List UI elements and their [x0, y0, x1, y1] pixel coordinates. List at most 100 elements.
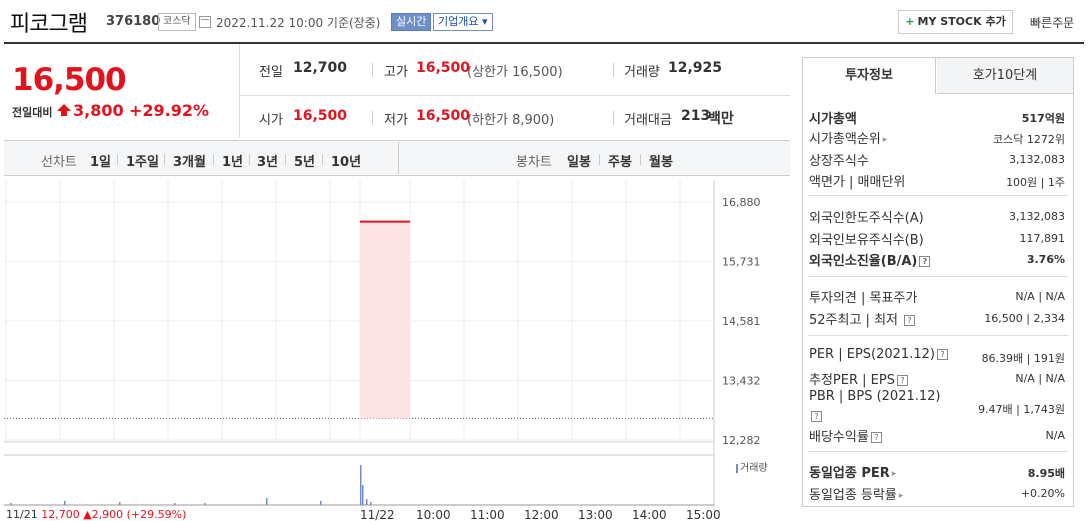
tab-investment-info[interactable]: 투자정보	[803, 58, 936, 94]
candle-chart-label: 봉차트	[516, 155, 552, 170]
footer-up-icon: ▲	[83, 508, 92, 521]
x-tick-label: 12:00	[524, 508, 559, 521]
y-tick-label: 12,282	[722, 434, 761, 447]
est-per-label: 추정PER | EPS?	[809, 369, 908, 388]
volume-bar	[204, 503, 206, 505]
volume-bar	[366, 499, 368, 505]
week52-label: 52주최고 | 최저?	[809, 309, 915, 328]
tab-monthly[interactable]: 월봉	[649, 151, 673, 170]
chart-grid	[4, 180, 715, 510]
per-text: PER | EPS(2021.12)	[809, 347, 935, 362]
divider	[372, 111, 373, 125]
divider	[398, 142, 399, 174]
volume-bar	[10, 503, 12, 505]
current-price: 16,500	[12, 62, 127, 98]
divider	[372, 63, 373, 77]
volume-bar	[174, 503, 176, 505]
opinion-value: N/A | N/A	[1015, 290, 1065, 303]
per-value: 86.39배 | 191원	[981, 352, 1065, 365]
tab-3month[interactable]: 3개월	[173, 151, 206, 170]
company-overview-dropdown[interactable]: 기업개요 ▾	[433, 13, 493, 31]
amount-value: 213	[681, 108, 711, 124]
volume-bar	[362, 485, 364, 505]
help-icon[interactable]: ?	[811, 411, 822, 422]
chevron-right-icon: ▸	[891, 468, 897, 479]
divider	[213, 154, 214, 165]
line-chart-label: 선차트	[41, 155, 77, 170]
change-value: 3,800	[73, 101, 124, 120]
sector-rate-text: 동일업종 등락률	[809, 488, 897, 503]
help-icon[interactable]: ?	[904, 315, 915, 326]
y-tick-label: 14,581	[722, 315, 761, 328]
summary-divider	[240, 95, 790, 96]
tab-daily[interactable]: 일봉	[567, 151, 591, 170]
x-tick-label: 10:00	[416, 508, 451, 521]
market-tag: 코스닥	[158, 13, 196, 31]
mystock-add-label: MY STOCK 추가	[917, 15, 1006, 28]
prev-label: 전일	[259, 65, 283, 80]
tab-3year[interactable]: 3년	[257, 151, 278, 170]
foreign-limit-value: 3,132,083	[1009, 210, 1065, 223]
y-axis-ticks: 16,880 15,731 14,581 13,432 12,282	[722, 196, 761, 447]
shares-value: 3,132,083	[1009, 153, 1065, 166]
sector-per-text: 동일업종 PER	[809, 466, 890, 481]
x-tick-label: 15:00	[686, 508, 721, 521]
quick-order-link[interactable]: 빠른주문	[1030, 14, 1074, 31]
x-tick-label: 11:00	[470, 508, 505, 521]
price-datetime: 2022.11.22 10:00 기준(장중)	[216, 16, 381, 30]
calendar-icon	[199, 16, 211, 28]
footer-change: 2,900	[91, 508, 124, 521]
divider	[164, 154, 165, 165]
tab-5year[interactable]: 5년	[294, 151, 315, 170]
divider	[249, 154, 250, 165]
x-tick-label: 11/22	[360, 508, 395, 521]
panel-divider	[808, 276, 1068, 277]
foreign-ratio-value: 3.76%	[1026, 253, 1065, 266]
stock-code: 376180	[106, 14, 161, 29]
plus-icon: +	[905, 15, 915, 28]
est-per-value: N/A | N/A	[1015, 372, 1065, 385]
foreign-hold-label: 외국인보유주식수(B)	[809, 233, 924, 248]
market-cap-value: 517억원	[1021, 112, 1065, 125]
footer-pct: (+29.59%)	[126, 508, 187, 521]
volume-bar	[360, 465, 362, 505]
divider	[117, 154, 118, 165]
tab-10year[interactable]: 10년	[331, 151, 361, 170]
help-icon[interactable]: ?	[896, 375, 908, 386]
mystock-add-button[interactable]: + MY STOCK 추가	[898, 10, 1013, 34]
y-tick-label: 13,432	[722, 374, 761, 387]
price-chart[interactable]: 16,880 15,731 14,581 13,432 12,282 11/22 10:0…	[4, 180, 790, 521]
panel-divider	[808, 335, 1068, 336]
prev-value: 12,700	[293, 60, 348, 76]
tab-1week[interactable]: 1주일	[126, 151, 159, 170]
volume-bar	[370, 502, 372, 505]
divider	[613, 111, 614, 125]
volume-label: 거래량	[624, 65, 660, 80]
help-icon[interactable]: ?	[870, 432, 882, 443]
amount-label: 거래대금	[624, 113, 672, 128]
high-label: 고가	[384, 65, 408, 80]
realtime-button[interactable]: 실시간	[391, 13, 432, 31]
lower-limit: (하한가 8,900)	[467, 113, 555, 128]
volume-bar	[119, 502, 121, 505]
divider	[322, 154, 323, 165]
cap-rank-text: 시가총액순위	[809, 132, 881, 147]
tab-orderbook[interactable]: 호가10단계	[937, 58, 1073, 94]
footer-date: 11/21	[6, 508, 38, 521]
divider	[285, 154, 286, 165]
tab-1year[interactable]: 1년	[222, 151, 243, 170]
change-percent: +29.92%	[129, 101, 210, 120]
tab-1day[interactable]: 1일	[90, 151, 111, 170]
help-icon[interactable]: ?	[919, 256, 931, 267]
sector-per-label[interactable]: 동일업종 PER ▸	[809, 462, 896, 481]
week52-text: 52주최고 | 최저	[809, 313, 898, 328]
foreign-ratio-label: 외국인소진율(B/A)?	[809, 250, 931, 269]
cap-rank-label[interactable]: 시가총액순위 ▸	[809, 128, 887, 147]
tab-weekly[interactable]: 주봉	[608, 151, 632, 170]
help-icon[interactable]: ?	[936, 349, 948, 360]
cap-rank-value: 코스닥 1272위	[993, 133, 1065, 146]
sector-rate-label[interactable]: 동일업종 등락률 ▸	[809, 484, 903, 503]
dividend-text: 배당수익률	[809, 430, 869, 445]
week52-value: 16,500 | 2,334	[984, 312, 1065, 325]
y-tick-label: 15,731	[722, 255, 761, 268]
